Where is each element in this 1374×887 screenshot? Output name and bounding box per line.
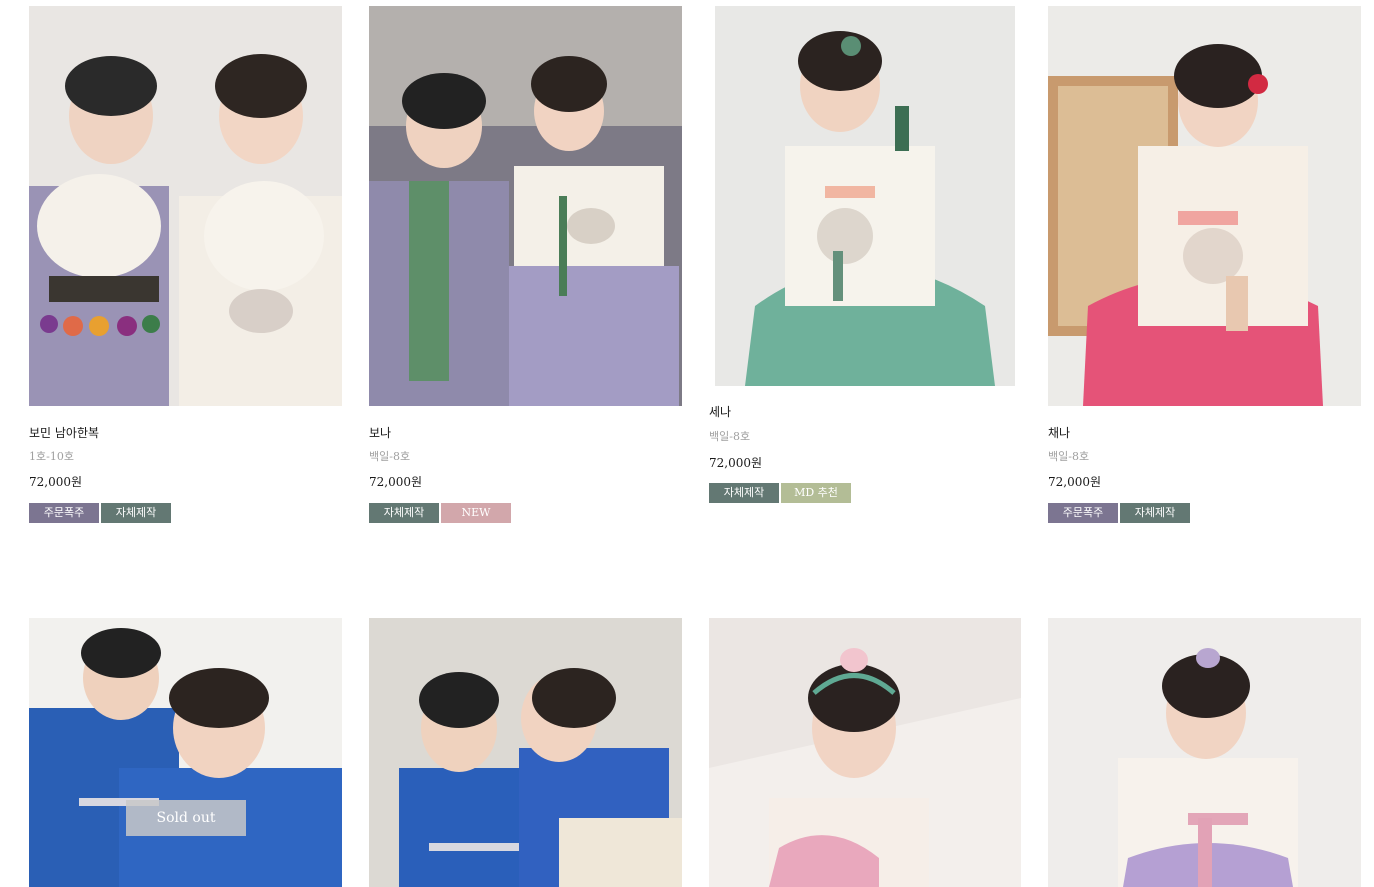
product-image[interactable]: [715, 6, 1015, 386]
product-size: 1호-10호: [29, 450, 74, 463]
badge-md-pick: MD 추천: [781, 483, 851, 503]
product-card[interactable]: [1048, 618, 1361, 887]
badge-popular: 주문폭주: [1048, 503, 1118, 523]
product-image[interactable]: Sold out: [29, 618, 342, 887]
product-card[interactable]: 세나 백일-8호 72,000원 자체제작 MD 추천: [709, 6, 1022, 506]
product-size: 백일-8호: [1048, 450, 1090, 463]
badge-new: NEW: [441, 503, 511, 523]
product-badges: 주문폭주 자체제작: [1048, 503, 1190, 523]
badge-handmade: 자체제작: [101, 503, 171, 523]
product-name[interactable]: 세나: [709, 403, 731, 420]
product-image[interactable]: [1048, 618, 1361, 887]
product-card[interactable]: 보민 남아한복 1호-10호 72,000원 주문폭주 자체제작: [29, 6, 342, 526]
product-card[interactable]: [369, 618, 682, 887]
product-image[interactable]: [369, 6, 682, 406]
product-price: 72,000원: [369, 475, 423, 489]
badge-popular: 주문폭주: [29, 503, 99, 523]
product-image[interactable]: [709, 618, 1021, 887]
product-card[interactable]: 채나 백일-8호 72,000원 주문폭주 자체제작: [1048, 6, 1361, 526]
product-image[interactable]: [1048, 6, 1361, 406]
product-badges: 자체제작 NEW: [369, 503, 511, 523]
product-price: 72,000원: [709, 456, 763, 470]
badge-handmade: 자체제작: [1120, 503, 1190, 523]
product-badges: 자체제작 MD 추천: [709, 483, 851, 503]
badge-handmade: 자체제작: [369, 503, 439, 523]
product-image[interactable]: [29, 6, 342, 406]
product-name[interactable]: 보민 남아한복: [29, 424, 99, 441]
product-card[interactable]: Sold out: [29, 618, 342, 887]
product-name[interactable]: 채나: [1048, 424, 1070, 441]
product-size: 백일-8호: [369, 450, 411, 463]
product-price: 72,000원: [29, 475, 83, 489]
product-image[interactable]: [369, 618, 682, 887]
product-badges: 주문폭주 자체제작: [29, 503, 171, 523]
product-price: 72,000원: [1048, 475, 1102, 489]
sold-out-overlay: Sold out: [126, 800, 246, 836]
badge-handmade: 자체제작: [709, 483, 779, 503]
product-size: 백일-8호: [709, 430, 751, 443]
product-card[interactable]: [709, 618, 1022, 887]
product-card[interactable]: 보나 백일-8호 72,000원 자체제작 NEW: [369, 6, 682, 526]
product-name[interactable]: 보나: [369, 424, 391, 441]
